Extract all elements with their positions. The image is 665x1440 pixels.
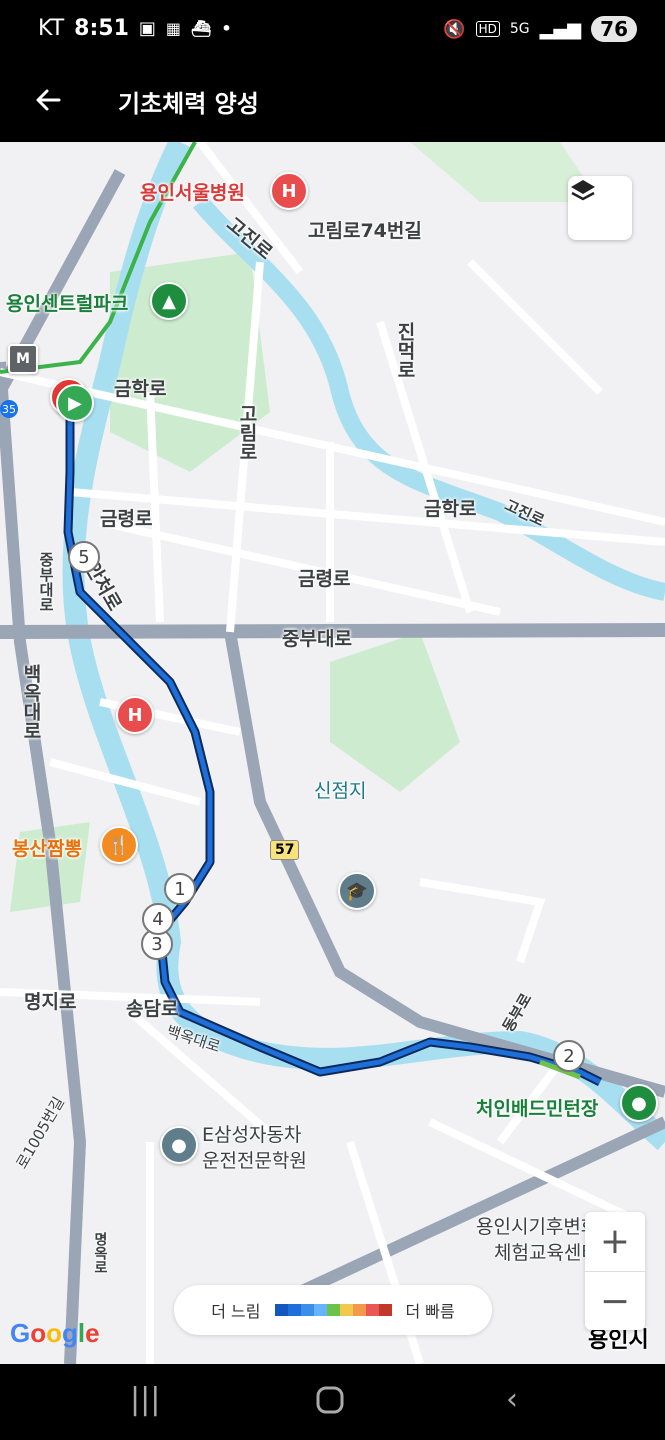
label-badminton: 처인배드민턴장	[476, 1098, 599, 1120]
map-canvas	[0, 142, 665, 1364]
highway-badge: 35	[0, 400, 18, 418]
route-marker-4[interactable]: 4	[142, 903, 174, 935]
label-sinjeomji: 신점지	[314, 780, 367, 802]
zoom-controls: + −	[585, 1212, 645, 1330]
legend-slower-label: 더 느림	[211, 1302, 261, 1321]
label-geumhak-right: 금학로	[424, 498, 477, 520]
pace-legend: 더 느림 더 빠름	[174, 1285, 492, 1335]
dot-icon: •	[221, 19, 232, 38]
road-57	[224, 630, 665, 1098]
legend-swatch-1	[287, 1304, 301, 1316]
status-bar: KT 8:51 ▣ ▦ ⛴ • 🔇 HD 5G ▂▄▆ 76	[0, 0, 665, 64]
legend-swatch-5	[339, 1304, 353, 1316]
map-view[interactable]: 용인서울병원 용인센트럴파크 고림로74번길 고진로 진먹로 금학로 고림로 금…	[0, 142, 665, 1364]
badminton-pin-icon[interactable]: ●	[620, 1084, 658, 1122]
legend-swatch-7	[365, 1304, 379, 1316]
back-nav-icon[interactable]: ‹	[506, 1382, 518, 1417]
route-57-shield: 57	[270, 840, 300, 860]
label-myeongji: 명지로	[24, 991, 77, 1013]
minor-roads	[0, 142, 665, 1364]
app-badge-icon: ▦	[165, 19, 182, 38]
school-icon[interactable]: 🎓	[338, 872, 376, 910]
back-button[interactable]	[28, 80, 68, 120]
home-icon[interactable]	[316, 1386, 344, 1422]
battery-level: 76	[591, 16, 637, 42]
route-start-pin-icon[interactable]: ▶	[56, 384, 94, 422]
route-marker-1[interactable]: 1	[164, 873, 196, 905]
zoom-in-button[interactable]: +	[585, 1212, 645, 1271]
hospital-icon[interactable]: H	[270, 172, 308, 210]
page-title: 기초체력 양성	[118, 90, 259, 118]
route-marker-2[interactable]: 2	[553, 1040, 585, 1072]
label-gorim74: 고림로74번길	[308, 220, 422, 242]
metro-station-icon[interactable]: M	[8, 344, 38, 374]
label-baekokdaero-v: 백옥대로	[20, 664, 42, 740]
restaurant-icon[interactable]: 🍴	[100, 826, 138, 864]
label-hospital-top: 용인서울병원	[140, 182, 245, 204]
label-songdam: 송담로	[126, 998, 179, 1020]
legend-swatch-6	[352, 1304, 366, 1316]
label-left-road: 명옥로	[92, 1232, 108, 1274]
driving-school-pin-icon[interactable]: ●	[160, 1126, 198, 1164]
label-bongsan: 봉산짬뽕	[12, 838, 82, 860]
label-jinmuro: 진먹로	[394, 322, 416, 379]
label-jungbudaero-v: 중부대로	[37, 552, 55, 612]
label-climate-2: 체험교육센터	[494, 1242, 599, 1264]
zoom-out-button[interactable]: −	[585, 1272, 645, 1331]
route-marker-5[interactable]: 5	[68, 541, 100, 573]
hospital-icon-2[interactable]: H	[116, 696, 154, 734]
label-geumryeong-right: 금령로	[298, 568, 351, 590]
label-central-park: 용인센트럴파크	[6, 293, 129, 315]
screenshot-icon: ▣	[138, 18, 156, 39]
google-logo: Google	[10, 1318, 100, 1348]
recent-apps-icon[interactable]: |||	[130, 1382, 160, 1417]
legend-color-bar	[274, 1304, 392, 1316]
legend-swatch-0	[274, 1304, 288, 1316]
label-geumhak-left: 금학로	[114, 378, 167, 400]
label-geumryeong-left: 금령로	[100, 508, 153, 530]
hd-badge: HD	[475, 21, 500, 37]
carrier-label: KT	[38, 16, 65, 41]
label-jungbudaero-h: 중부대로	[282, 628, 352, 650]
label-gorim: 고림로	[236, 404, 258, 461]
layers-icon	[571, 180, 595, 201]
system-nav-bar: ||| ‹	[0, 1364, 665, 1440]
boat-icon: ⛴	[191, 19, 212, 38]
label-climate-1: 용인시기후변화	[476, 1216, 599, 1238]
mute-icon: 🔇	[443, 18, 466, 40]
park-icon[interactable]: ▲	[150, 282, 188, 320]
legend-swatch-4	[326, 1304, 340, 1316]
park-area-2	[330, 632, 460, 792]
app-header: 기초체력 양성	[0, 64, 665, 142]
legend-faster-label: 더 빠름	[405, 1302, 455, 1321]
label-driving-school-2: 운전전문학원	[202, 1150, 307, 1172]
clock: 8:51	[74, 16, 129, 41]
arrow-left-icon	[36, 89, 61, 111]
legend-swatch-8	[378, 1304, 392, 1316]
map-layers-button[interactable]	[568, 176, 632, 240]
signal-icon: ▂▄▆	[539, 18, 582, 40]
label-driving-school-1: E삼성자동차	[202, 1124, 302, 1146]
legend-swatch-3	[313, 1304, 327, 1316]
network-label: 5G	[509, 21, 530, 37]
legend-swatch-2	[300, 1304, 314, 1316]
